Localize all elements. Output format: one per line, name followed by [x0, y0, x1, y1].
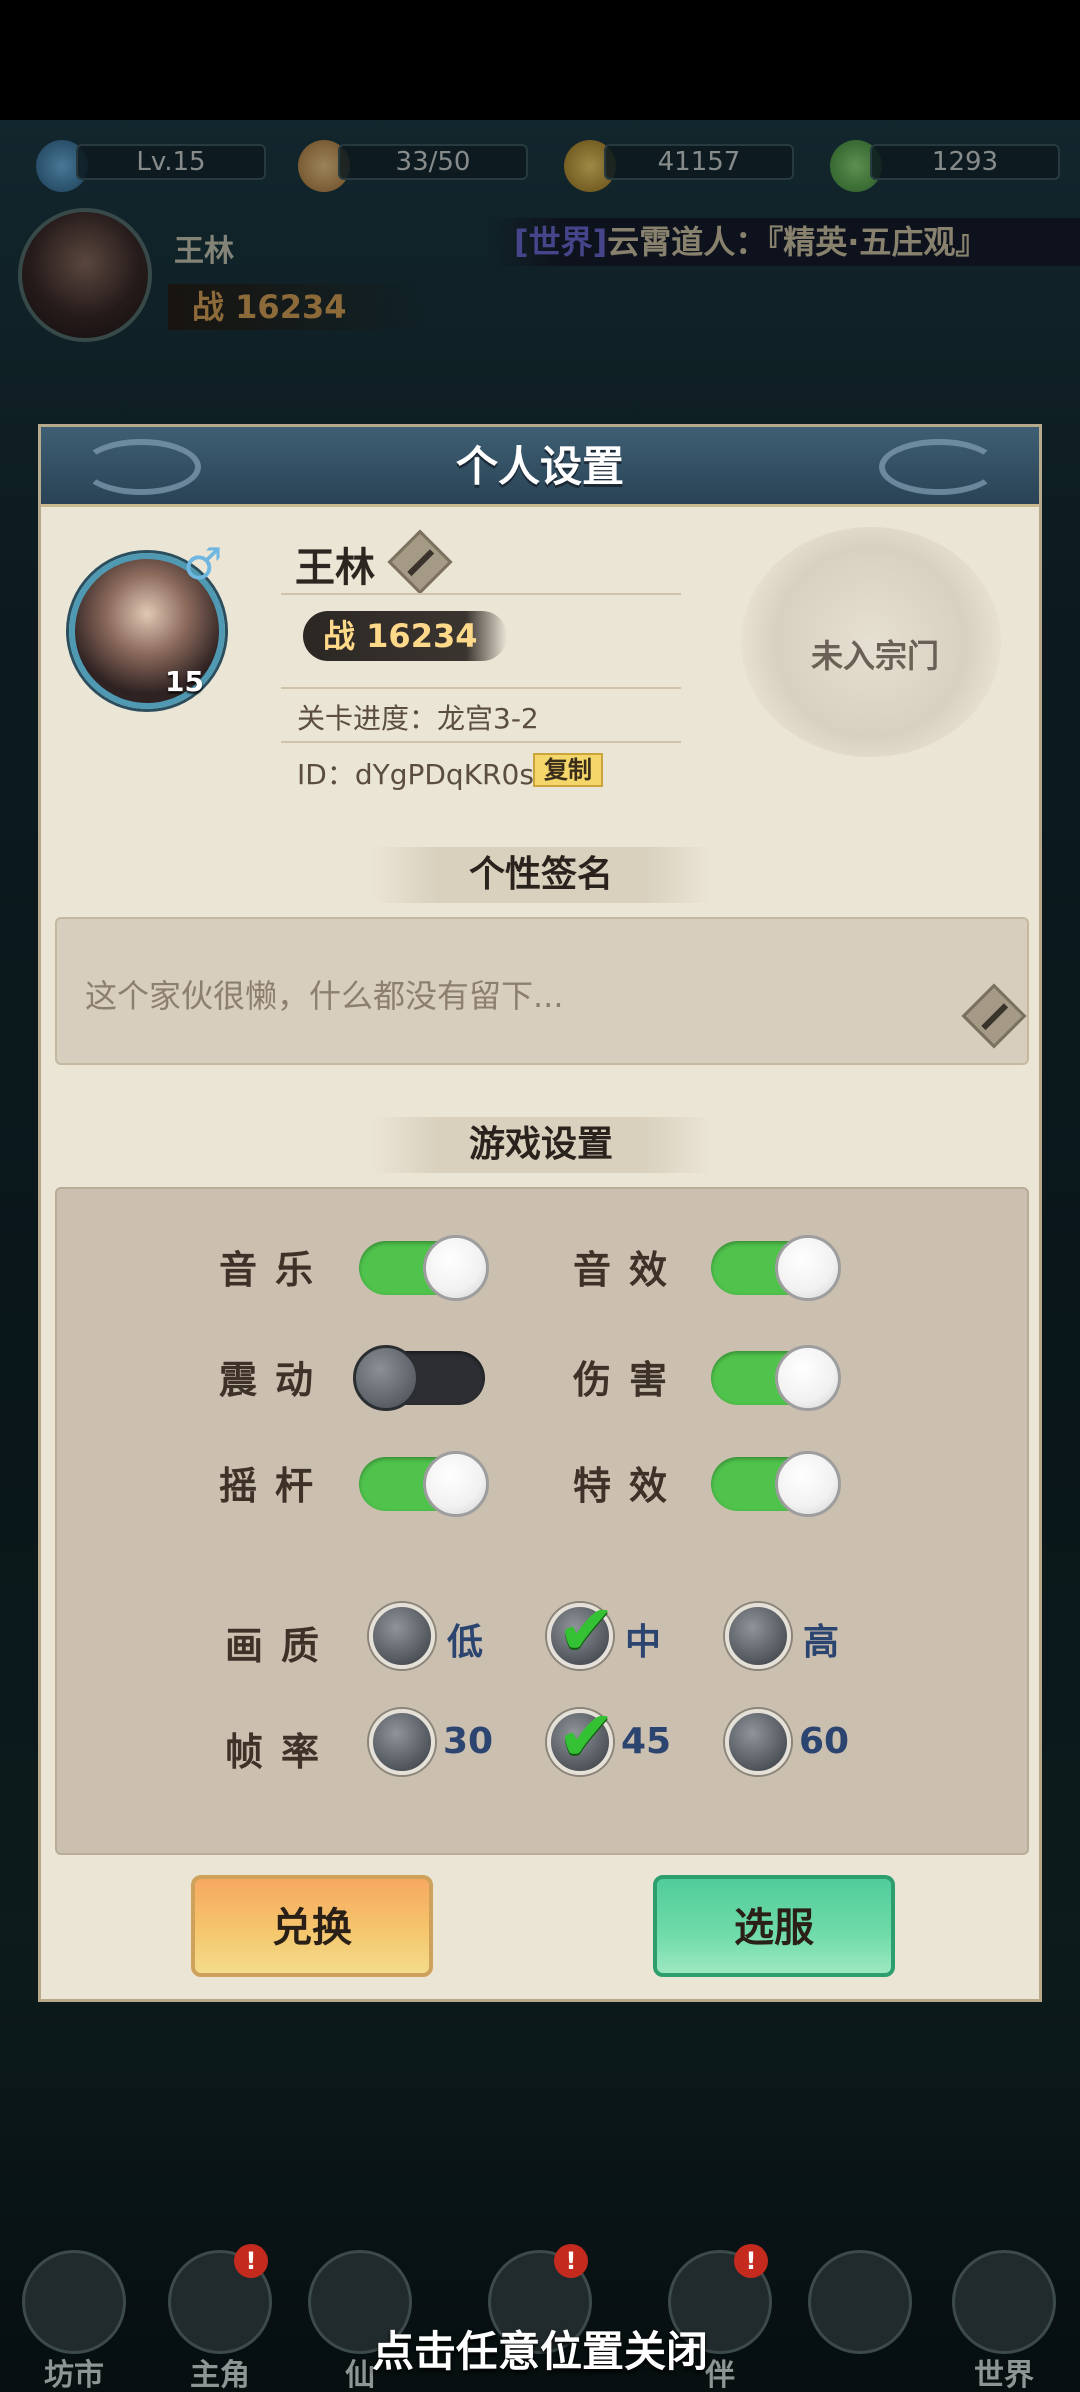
close-hint[interactable]: 点击任意位置关闭: [0, 2318, 1080, 2379]
quality-low-label: 低: [447, 1622, 484, 1663]
edit-signature-icon[interactable]: [961, 983, 1027, 1049]
effects-toggle[interactable]: [711, 1451, 841, 1517]
profile-power-prefix: 战: [323, 617, 356, 655]
damage-label: 伤害: [573, 1358, 686, 1402]
signature-box[interactable]: 这个家伙很懒，什么都没有留下...: [55, 917, 1029, 1065]
checkmark-icon: ✔: [557, 1589, 616, 1671]
male-gender-icon: ♂: [183, 539, 223, 590]
signature-section-header: 个性签名: [371, 847, 711, 903]
quality-high-label: 高: [803, 1622, 840, 1663]
alert-badge: !: [234, 2244, 268, 2278]
effects-label: 特效: [573, 1464, 686, 1508]
quality-low-radio[interactable]: [369, 1603, 435, 1669]
alert-badge: !: [734, 2244, 768, 2278]
framerate-60-radio[interactable]: [725, 1709, 791, 1775]
checkmark-icon: ✔: [557, 1695, 616, 1777]
stage-progress: 关卡进度：龙宫3-2: [297, 702, 539, 735]
sect-status[interactable]: 未入宗门: [775, 631, 975, 677]
quality-medium-label: 中: [625, 1622, 662, 1663]
copy-id-button[interactable]: 复制: [533, 753, 603, 787]
quality-medium-radio[interactable]: ✔: [547, 1589, 616, 1671]
status-bar-area: [0, 0, 1080, 120]
toggle-knob: [775, 1235, 841, 1301]
game-settings-box: 音乐 音效 震动 伤害 摇杆 特效 画质 低 ✔ 中 高 帧率 30 ✔ 45 …: [55, 1187, 1029, 1855]
toggle-knob: [423, 1451, 489, 1517]
framerate-45-label: 45: [621, 1721, 672, 1762]
avatar-level-badge: 15: [165, 665, 204, 698]
toggle-knob: [353, 1345, 419, 1411]
music-label: 音乐: [219, 1248, 332, 1292]
music-toggle[interactable]: [359, 1235, 489, 1301]
toggle-knob: [775, 1451, 841, 1517]
sound-effect-toggle[interactable]: [711, 1235, 841, 1301]
divider: [281, 741, 681, 743]
select-server-button[interactable]: 选服: [653, 1875, 895, 1977]
redeem-button[interactable]: 兑换: [191, 1875, 433, 1977]
profile-name: 王林: [295, 545, 375, 591]
joystick-label: 摇杆: [219, 1464, 332, 1508]
alert-badge: !: [554, 2244, 588, 2278]
personal-settings-panel: 个人设置 ♂ 15 王林 战 16234 关卡进度：龙宫3-2 ID：dYgPD…: [38, 424, 1042, 2002]
toggle-knob: [775, 1345, 841, 1411]
joystick-toggle[interactable]: [359, 1451, 489, 1517]
profile-power: 战 16234: [303, 611, 507, 661]
player-id: ID：dYgPDqKR0s: [297, 758, 534, 791]
signature-text: 这个家伙很懒，什么都没有留下...: [85, 977, 564, 1015]
toggle-knob: [423, 1235, 489, 1301]
vibration-label: 震动: [219, 1358, 332, 1402]
framerate-30-label: 30: [443, 1721, 494, 1762]
framerate-30-radio[interactable]: [369, 1709, 435, 1775]
divider: [281, 593, 681, 595]
quality-label: 画质: [225, 1624, 338, 1668]
divider: [281, 687, 681, 689]
framerate-60-label: 60: [799, 1721, 850, 1762]
panel-header: 个人设置: [41, 427, 1039, 507]
framerate-45-radio[interactable]: ✔: [547, 1695, 616, 1777]
edit-name-icon[interactable]: [387, 529, 453, 595]
panel-title: 个人设置: [455, 442, 624, 491]
profile-power-value: 16234: [366, 617, 478, 655]
quality-high-radio[interactable]: [725, 1603, 791, 1669]
vibration-toggle[interactable]: [353, 1345, 485, 1411]
game-settings-section-header: 游戏设置: [371, 1117, 711, 1173]
sound-effect-label: 音效: [573, 1248, 686, 1292]
damage-toggle[interactable]: [711, 1345, 841, 1411]
framerate-label: 帧率: [225, 1730, 338, 1774]
